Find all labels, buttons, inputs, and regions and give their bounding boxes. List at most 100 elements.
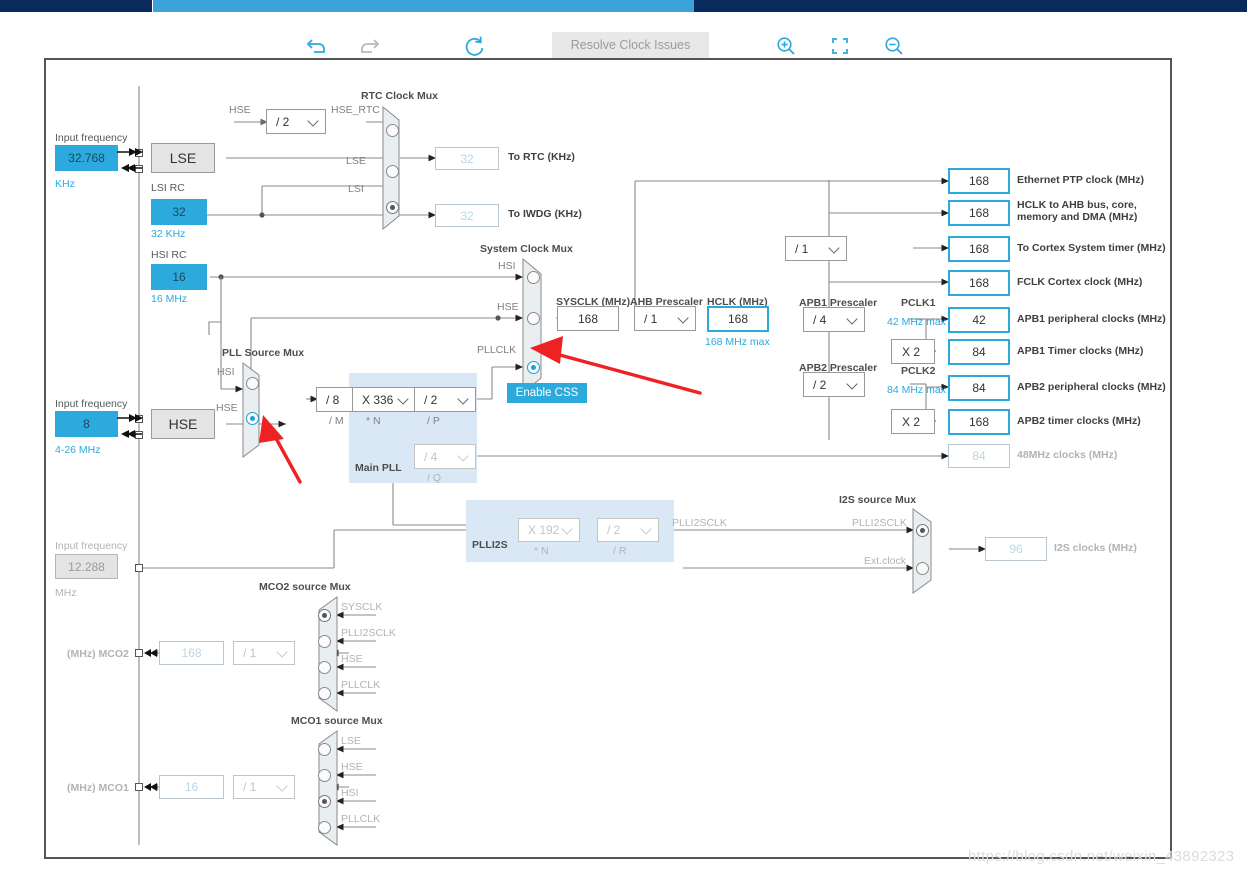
cortex-systick-divider-value: / 1 — [795, 241, 809, 256]
fit-to-screen-icon[interactable] — [826, 32, 854, 60]
mco2-option-hse[interactable] — [318, 661, 331, 674]
rtc-hse-label: HSE — [229, 104, 251, 116]
i2s-mux-option-ext-clock[interactable] — [916, 562, 929, 575]
lse-input-frequency[interactable]: 32.768 — [55, 145, 118, 171]
pll-source-hse-label: HSE — [216, 402, 238, 414]
chevron-down-icon — [399, 395, 408, 404]
main-pll-title: Main PLL — [355, 462, 402, 474]
hse-oscillator[interactable]: HSE — [151, 409, 215, 439]
top-tab-strip[interactable] — [0, 0, 1248, 12]
rtc-mux-option-lsi[interactable] — [386, 201, 399, 214]
sysclk-value: 168 — [557, 306, 619, 331]
rtc-clock-mux-title: RTC Clock Mux — [361, 90, 439, 102]
lse-oscillator[interactable]: LSE — [151, 143, 215, 173]
pll-n-multiplier[interactable]: X 336 — [352, 387, 416, 412]
plli2s-n-value: X 192 — [528, 523, 560, 537]
chevron-down-icon — [278, 782, 287, 791]
i2s-clocks-label: I2S clocks (MHz) — [1054, 542, 1137, 554]
hse-input-unit: 4-26 MHz — [55, 444, 101, 456]
plli2s-n-multiplier[interactable]: X 192 — [518, 518, 580, 542]
pll-source-option-hse[interactable] — [246, 412, 259, 425]
pll-source-hsi-label: HSI — [217, 366, 235, 378]
pll-q-label: / Q — [427, 472, 442, 484]
i2s-input-frequency[interactable]: 12.288 — [55, 554, 118, 579]
to-iwdg-label: To IWDG (KHz) — [508, 208, 582, 220]
system-clock-option-hsi[interactable] — [527, 271, 540, 284]
pll-n-label: * N — [366, 415, 381, 427]
mco1-divider[interactable]: / 1 — [233, 775, 295, 799]
reset-icon[interactable] — [460, 32, 488, 60]
chevron-down-icon — [642, 525, 651, 534]
mco1-pin-arrows — [144, 783, 157, 791]
system-clock-hse-label: HSE — [497, 301, 519, 313]
hclk-value[interactable]: 168 — [707, 306, 769, 332]
mco1-option-hse[interactable] — [318, 769, 331, 782]
plli2s-r-divider[interactable]: / 2 — [597, 518, 659, 542]
chevron-down-icon — [459, 395, 468, 404]
output-hclk-ahb-label: HCLK to AHB bus, core, — [1017, 199, 1137, 211]
mco1-hse-label: HSE — [341, 761, 363, 773]
plli2s-title: PLLI2S — [472, 539, 508, 551]
ahb-prescaler[interactable]: / 1 — [634, 306, 696, 331]
pll-q-value: / 4 — [424, 449, 438, 464]
mco1-option-lse[interactable] — [318, 743, 331, 756]
mco2-option-sysclk[interactable] — [318, 609, 331, 622]
pll-p-label: / P — [427, 415, 440, 427]
rtc-hse-divider[interactable]: / 2 — [266, 109, 326, 134]
system-clock-option-pllclk[interactable] — [527, 361, 540, 374]
hse-input-frequency[interactable]: 8 — [55, 411, 118, 437]
mco2-pin-label: (MHz) MCO2 — [67, 648, 129, 660]
mco1-value: 16 — [159, 775, 224, 799]
zoom-in-icon[interactable] — [772, 32, 800, 60]
apb1-prescaler[interactable]: / 4 — [803, 307, 865, 332]
mco2-option-plli2sclk[interactable] — [318, 635, 331, 648]
mco2-divider[interactable]: / 1 — [233, 641, 295, 665]
hse-rtc-label: HSE_RTC — [331, 104, 380, 116]
output-cortex-systick-value: 168 — [948, 236, 1010, 262]
pclk2-label: PCLK2 — [901, 365, 936, 377]
chevron-down-icon — [848, 380, 857, 389]
mco1-lse-label: LSE — [341, 735, 361, 747]
zoom-out-icon[interactable] — [880, 32, 908, 60]
mco2-pin[interactable] — [135, 649, 143, 657]
output-fclk-label: FCLK Cortex clock (MHz) — [1017, 276, 1143, 288]
mco1-hsi-label: HSI — [341, 787, 359, 799]
redo-icon[interactable] — [356, 32, 384, 60]
pll-source-option-hsi[interactable] — [246, 377, 259, 390]
mco1-pin[interactable] — [135, 783, 143, 791]
pll-p-divider[interactable]: / 2 — [414, 387, 476, 412]
mco1-pllclk-label: PLLCLK — [341, 813, 381, 825]
undo-icon[interactable] — [302, 32, 330, 60]
watermark: https://blog.csdn.net/weixin_43892323 — [968, 848, 1235, 865]
apb1-timer-multiplier: X 2 — [891, 339, 935, 364]
rtc-mux-option-lse[interactable] — [386, 165, 399, 178]
pll-n-value: X 336 — [362, 392, 394, 407]
i2s-pin[interactable] — [135, 564, 143, 572]
tab-segment-active[interactable] — [152, 0, 695, 12]
hsi-rc-title: HSI RC — [151, 249, 187, 261]
system-clock-pllclk-label: PLLCLK — [477, 344, 517, 356]
i2s-mux-option-plli2sclk[interactable] — [916, 524, 929, 537]
i2s-source-mux[interactable] — [912, 508, 936, 594]
chevron-down-icon — [848, 315, 857, 324]
enable-css-button[interactable]: Enable CSS — [507, 383, 587, 403]
output-apb1-periph-value: 42 — [948, 307, 1010, 333]
i2s-mux-ext-clock-label: Ext.clock — [864, 555, 907, 567]
lsi-value[interactable]: 32 — [151, 199, 207, 225]
tab-segment-1[interactable] — [0, 0, 152, 12]
mco1-option-hsi[interactable] — [318, 795, 331, 808]
pll-q-divider[interactable]: / 4 — [414, 444, 476, 469]
mco2-pllclk-label: PLLCLK — [341, 679, 381, 691]
mco2-sysclk-label: SYSCLK — [341, 601, 383, 613]
mco2-option-pllclk[interactable] — [318, 687, 331, 700]
rtc-mux-option-hse-rtc[interactable] — [386, 124, 399, 137]
system-clock-option-hse[interactable] — [527, 312, 540, 325]
cortex-systick-divider[interactable]: / 1 — [785, 236, 847, 261]
output-48mhz-label: 48MHz clocks (MHz) — [1017, 449, 1118, 461]
resolve-clock-issues-button[interactable]: Resolve Clock Issues — [552, 32, 709, 58]
mco1-option-pllclk[interactable] — [318, 821, 331, 834]
apb2-prescaler[interactable]: / 2 — [803, 372, 865, 397]
output-apb1-periph-label: APB1 peripheral clocks (MHz) — [1017, 313, 1166, 325]
tab-segment-3[interactable] — [694, 0, 1248, 12]
hsi-value[interactable]: 16 — [151, 264, 207, 290]
